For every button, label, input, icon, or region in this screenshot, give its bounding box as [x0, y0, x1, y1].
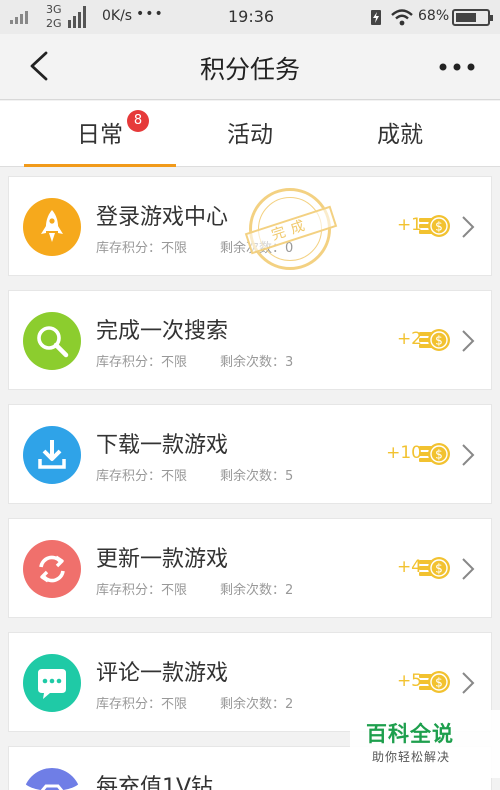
task-remaining: 剩余次数：5: [220, 469, 294, 484]
signal-3g-label: 3G: [46, 3, 62, 16]
page-title: 积分任务: [199, 55, 300, 84]
tab-achievement-label: 成就: [377, 122, 423, 148]
tab-activity-label: 活动: [227, 122, 273, 148]
task-icon-badge: [23, 426, 81, 484]
svg-text:$: $: [435, 676, 443, 690]
charging-icon: [371, 10, 381, 25]
task-card-search[interactable]: 完成一次搜索 库存积分：不限 剩余次数：3 +2 $: [8, 290, 492, 390]
active-tab-indicator: [24, 164, 176, 167]
tab-activity[interactable]: 活动: [175, 115, 325, 149]
chevron-right-icon: [462, 444, 475, 466]
task-card-login[interactable]: 登录游戏中心 库存积分：不限 剩余次数：0 完成 +1 $: [8, 176, 492, 276]
watermark-title: 百科全说: [366, 722, 454, 746]
svg-text:$: $: [435, 562, 443, 576]
status-bar: 3G 2G 0K/s ••• 19:36 68%: [0, 0, 500, 34]
task-stock: 库存积分：不限: [96, 469, 188, 484]
more-menu-icon[interactable]: [438, 62, 476, 72]
coin-stack-icon: $: [419, 557, 450, 579]
search-icon: [23, 312, 81, 370]
task-title: 下载一款游戏: [96, 433, 229, 458]
task-remaining: 剩余次数：3: [220, 355, 294, 370]
diamond-icon: [23, 768, 81, 790]
svg-text:$: $: [435, 448, 443, 462]
task-title: 每充值1V钻: [96, 775, 214, 790]
chevron-right-icon: [462, 672, 475, 694]
signal-2g-label: 2G: [46, 17, 62, 30]
chevron-right-icon: [462, 216, 475, 238]
task-icon-badge: [23, 540, 81, 598]
tab-bar: 日常 8 活动 成就: [0, 101, 500, 167]
coin-stack-icon: $: [419, 329, 450, 351]
notification-dots: •••: [136, 6, 164, 22]
task-title: 更新一款游戏: [96, 547, 229, 572]
task-title: 评论一款游戏: [96, 661, 229, 686]
signal-bars-icon: [10, 10, 28, 24]
wifi-icon: [391, 9, 413, 26]
task-stock: 库存积分：不限: [96, 697, 188, 712]
battery-percent: 68%: [418, 8, 450, 24]
task-stock: 库存积分：不限: [96, 355, 188, 370]
chevron-right-icon: [462, 330, 475, 352]
task-stock: 库存积分：不限: [96, 241, 188, 256]
task-card-download[interactable]: 下载一款游戏 库存积分：不限 剩余次数：5 +10 $: [8, 404, 492, 504]
download-icon: [23, 426, 81, 484]
task-points: +10: [386, 443, 422, 463]
watermark-subtitle: 助你轻松解决: [372, 750, 451, 764]
watermark: 百科全说 助你轻松解决: [350, 710, 500, 778]
comment-icon: [23, 654, 81, 712]
svg-text:$: $: [435, 334, 443, 348]
notification-badge: 8: [127, 110, 149, 132]
task-card-update[interactable]: 更新一款游戏 库存积分：不限 剩余次数：2 +4 $: [8, 518, 492, 618]
task-title: 完成一次搜索: [96, 319, 229, 344]
svg-text:$: $: [435, 220, 443, 234]
task-stock: 库存积分：不限: [96, 583, 188, 598]
tab-daily[interactable]: 日常: [25, 115, 175, 149]
completed-stamp: 完成: [244, 188, 338, 270]
clock: 19:36: [228, 7, 275, 26]
task-icon-badge: [23, 198, 81, 256]
coin-stack-icon: $: [419, 215, 450, 237]
signal-bars-icon: [68, 4, 86, 28]
chevron-right-icon: [462, 558, 475, 580]
network-speed: 0K/s: [102, 8, 133, 24]
coin-stack-icon: $: [419, 443, 450, 465]
task-title: 登录游戏中心: [96, 205, 229, 230]
task-remaining: 剩余次数：2: [220, 583, 294, 598]
nav-bar: 积分任务: [0, 34, 500, 100]
task-remaining: 剩余次数：2: [220, 697, 294, 712]
battery-icon: [452, 9, 493, 26]
coin-stack-icon: $: [419, 671, 450, 693]
task-icon-badge: [23, 768, 81, 790]
tab-daily-label: 日常: [77, 122, 123, 148]
rocket-icon: [23, 198, 81, 256]
task-icon-badge: [23, 654, 81, 712]
refresh-icon: [23, 540, 81, 598]
task-icon-badge: [23, 312, 81, 370]
tab-achievement[interactable]: 成就: [325, 115, 475, 149]
